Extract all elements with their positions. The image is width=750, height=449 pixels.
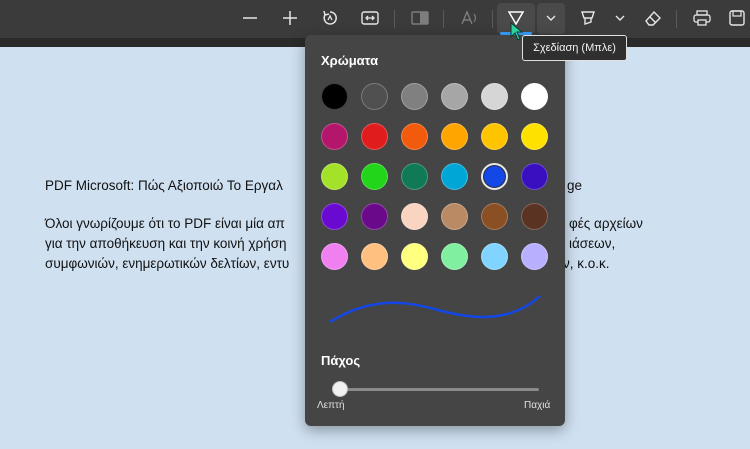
color-swatch[interactable] <box>441 243 468 270</box>
page-view-button[interactable] <box>405 4 435 32</box>
toolbar-separator <box>443 10 444 28</box>
color-swatch[interactable] <box>441 123 468 150</box>
color-swatch[interactable] <box>481 203 508 230</box>
document-heading: PDF Microsoft: Πώς Αξιοποιώ Το Εργαλ <box>45 178 283 193</box>
color-swatch[interactable] <box>481 83 508 110</box>
color-swatch[interactable] <box>481 243 508 270</box>
chevron-down-icon <box>615 15 625 21</box>
eraser-icon <box>645 10 661 26</box>
highlight-icon <box>581 11 595 25</box>
color-swatch[interactable] <box>361 243 388 270</box>
color-swatch[interactable] <box>401 123 428 150</box>
color-swatch[interactable] <box>361 203 388 230</box>
thickness-slider-thumb[interactable] <box>332 381 348 397</box>
thickness-slider-track[interactable] <box>332 388 539 391</box>
color-swatch[interactable] <box>321 123 348 150</box>
save-icon <box>729 10 745 26</box>
save-button[interactable] <box>722 4 750 32</box>
zoom-out-button[interactable] <box>235 4 265 32</box>
color-swatch[interactable] <box>401 163 428 190</box>
highlight-options-button[interactable] <box>605 4 635 32</box>
rotate-button[interactable] <box>315 4 345 32</box>
read-aloud-button[interactable] <box>455 4 485 32</box>
color-swatch[interactable] <box>321 83 348 110</box>
color-swatch[interactable] <box>521 163 548 190</box>
document-paragraph-line-end: ιάσεων, <box>569 236 616 251</box>
toolbar-separator <box>492 10 493 28</box>
thickness-max-label: Παχιά <box>524 400 551 411</box>
plus-icon <box>283 11 297 25</box>
document-paragraph-line: για την αποθήκευση και την κοινή χρήση <box>45 236 287 251</box>
eraser-button[interactable] <box>638 4 668 32</box>
color-swatch[interactable] <box>361 83 388 110</box>
document-paragraph-line: συμφωνιών, ενημερωτικών δελτίων, εντυ <box>45 256 290 271</box>
color-swatch[interactable] <box>521 243 548 270</box>
thickness-title: Πάχος <box>321 353 361 368</box>
document-paragraph-line-end: φές αρχείων <box>569 216 643 231</box>
print-button[interactable] <box>687 4 717 32</box>
color-swatch[interactable] <box>521 83 548 110</box>
toolbar-separator <box>394 10 395 28</box>
color-swatch[interactable] <box>521 123 548 150</box>
color-swatch[interactable] <box>401 243 428 270</box>
colors-title: Χρώματα <box>321 53 379 68</box>
zoom-in-button[interactable] <box>275 4 305 32</box>
page-view-icon <box>411 11 429 25</box>
color-swatch[interactable] <box>481 163 508 190</box>
color-swatch[interactable] <box>441 83 468 110</box>
color-swatch[interactable] <box>361 163 388 190</box>
document-paragraph-line: Όλοι γνωρίζουμε ότι το PDF είναι μία απ <box>45 216 285 231</box>
stroke-preview <box>329 295 541 324</box>
draw-options-chevron <box>536 4 566 32</box>
color-swatch[interactable] <box>481 123 508 150</box>
fit-width-button[interactable] <box>355 4 385 32</box>
read-aloud-icon <box>461 10 477 25</box>
color-swatch[interactable] <box>361 123 388 150</box>
color-swatch[interactable] <box>321 243 348 270</box>
document-heading-end: ge <box>567 178 583 193</box>
color-swatch[interactable] <box>401 203 428 230</box>
print-icon <box>693 10 711 26</box>
toolbar-separator <box>676 10 677 28</box>
color-swatch[interactable] <box>441 203 468 230</box>
chevron-down-icon <box>546 15 556 21</box>
rotate-icon <box>323 10 337 25</box>
color-swatch[interactable] <box>401 83 428 110</box>
minus-icon <box>243 17 257 19</box>
highlight-button[interactable] <box>573 4 603 32</box>
draw-color-popup: Χρώματα Πάχος Λεπτή Παχιά <box>305 35 565 426</box>
thickness-min-label: Λεπτή <box>317 400 345 411</box>
draw-tooltip: Σχεδίαση (Μπλε) <box>522 35 627 61</box>
color-swatch[interactable] <box>521 203 548 230</box>
color-swatch[interactable] <box>321 163 348 190</box>
color-swatch[interactable] <box>321 203 348 230</box>
mouse-cursor-icon <box>510 22 524 41</box>
color-swatch[interactable] <box>441 163 468 190</box>
document-paragraph-line-end: ν, κ.ο.κ. <box>563 256 610 271</box>
fit-width-icon <box>361 11 379 25</box>
